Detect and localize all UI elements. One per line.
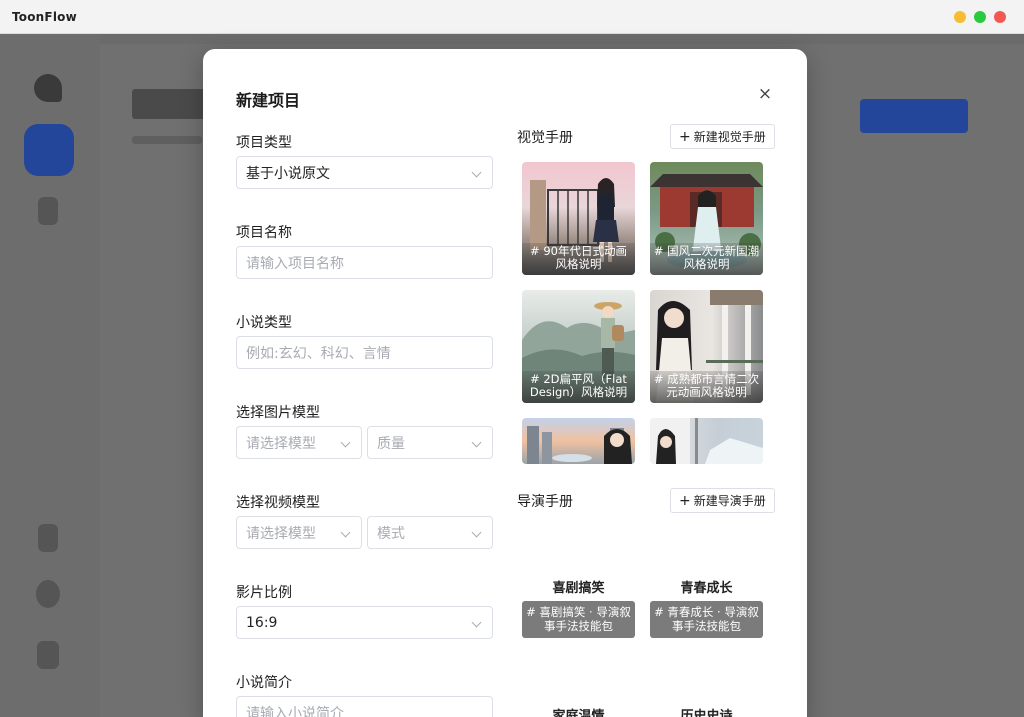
new-project-button[interactable] [860,99,968,133]
aspect-ratio-select[interactable]: 16:9 [236,606,493,639]
synopsis-placeholder: 请输入小说简介 [246,705,344,717]
project-type-select[interactable]: 基于小说原文 [236,156,493,189]
visual-card-5[interactable] [522,418,635,464]
visual-card-caption: # 2D扁平风（Flat Design）风格说明 [522,371,635,403]
novel-type-placeholder: 例如:玄幻、科幻、言情 [246,345,391,362]
visual-card-6[interactable] [650,418,763,464]
director-item-title: 青春成长 [680,581,733,596]
chevron-down-icon [471,617,482,628]
synopsis-label: 小说简介 [236,675,292,691]
visual-manual-label: 视觉手册 [517,130,573,146]
page-subtitle [132,136,202,144]
close-icon[interactable]: × [756,85,774,103]
chevron-down-icon [340,437,351,448]
chevron-down-icon [471,527,482,538]
close-window-button[interactable] [994,11,1006,23]
director-manual-label: 导演手册 [517,494,573,510]
new-director-manual-button[interactable]: + 新建导演手册 [670,488,775,513]
director-item-title: 家庭温情 [552,709,605,717]
plus-icon: + [679,492,691,509]
new-visual-manual-label: 新建视觉手册 [693,130,766,144]
director-card-comedy[interactable]: # 喜剧搞笑 · 导演叙事手法技能包 [522,601,635,638]
video-model-label: 选择视频模型 [236,495,320,511]
new-project-modal: 新建项目 × 项目类型 基于小说原文 项目名称 请输入项目名称 小说类型 例如:… [203,49,807,717]
project-name-input[interactable]: 请输入项目名称 [236,246,493,279]
project-type-label: 项目类型 [236,135,292,151]
modal-title: 新建项目 [236,91,301,110]
image-model-select[interactable]: 请选择模型 [236,426,362,459]
video-model-select[interactable]: 请选择模型 [236,516,362,549]
card-illustration [650,418,763,464]
director-card-youth[interactable]: # 青春成长 · 导演叙事手法技能包 [650,601,763,638]
visual-card-guofeng[interactable]: # 国风二次元新国潮风格说明 [650,162,763,275]
minimize-button[interactable] [954,11,966,23]
document-icon[interactable] [37,641,59,669]
novel-type-label: 小说类型 [236,315,292,331]
director-item-title: 喜剧搞笑 [552,581,605,596]
image-quality-placeholder: 质量 [377,435,405,452]
visual-card-caption: # 成熟都市言情二次元动画风格说明 [650,371,763,403]
project-name-placeholder: 请输入项目名称 [246,255,344,272]
synopsis-input[interactable]: 请输入小说简介 [236,696,493,717]
chevron-down-icon [471,437,482,448]
visual-card-flat-design[interactable]: # 2D扁平风（Flat Design）风格说明 [522,290,635,403]
image-model-placeholder: 请选择模型 [246,435,316,452]
new-director-manual-label: 新建导演手册 [693,494,766,508]
novel-type-input[interactable]: 例如:玄幻、科幻、言情 [236,336,493,369]
project-type-value: 基于小说原文 [246,165,330,182]
chevron-down-icon [340,527,351,538]
video-mode-placeholder: 模式 [377,525,405,542]
director-item-title: 历史史诗 [680,709,733,717]
gear-icon[interactable] [36,580,60,608]
visual-card-caption: # 国风二次元新国潮风格说明 [650,243,763,275]
chevron-down-icon [471,167,482,178]
app-title: ToonFlow [12,9,77,24]
aspect-ratio-value: 16:9 [246,614,278,631]
card-illustration [527,426,632,464]
logo-icon [34,74,62,102]
window-controls [954,11,1006,23]
image-quality-select[interactable]: 质量 [367,426,493,459]
file-icon[interactable] [38,197,58,225]
aspect-ratio-label: 影片比例 [236,585,292,601]
plus-icon: + [679,128,691,145]
video-mode-select[interactable]: 模式 [367,516,493,549]
sidebar-item-projects[interactable] [24,124,74,176]
video-model-placeholder: 请选择模型 [246,525,316,542]
visual-card-urban-romance[interactable]: # 成熟都市言情二次元动画风格说明 [650,290,763,403]
sidebar [0,34,100,717]
project-name-label: 项目名称 [236,225,292,241]
trash-icon[interactable] [38,524,58,552]
visual-card-90s-anime[interactable]: # 90年代日式动画风格说明 [522,162,635,275]
maximize-button[interactable] [974,11,986,23]
window-titlebar: ToonFlow [0,0,1024,34]
page-title [132,89,212,119]
image-model-label: 选择图片模型 [236,405,320,421]
new-visual-manual-button[interactable]: + 新建视觉手册 [670,124,775,149]
visual-card-caption: # 90年代日式动画风格说明 [522,243,635,275]
